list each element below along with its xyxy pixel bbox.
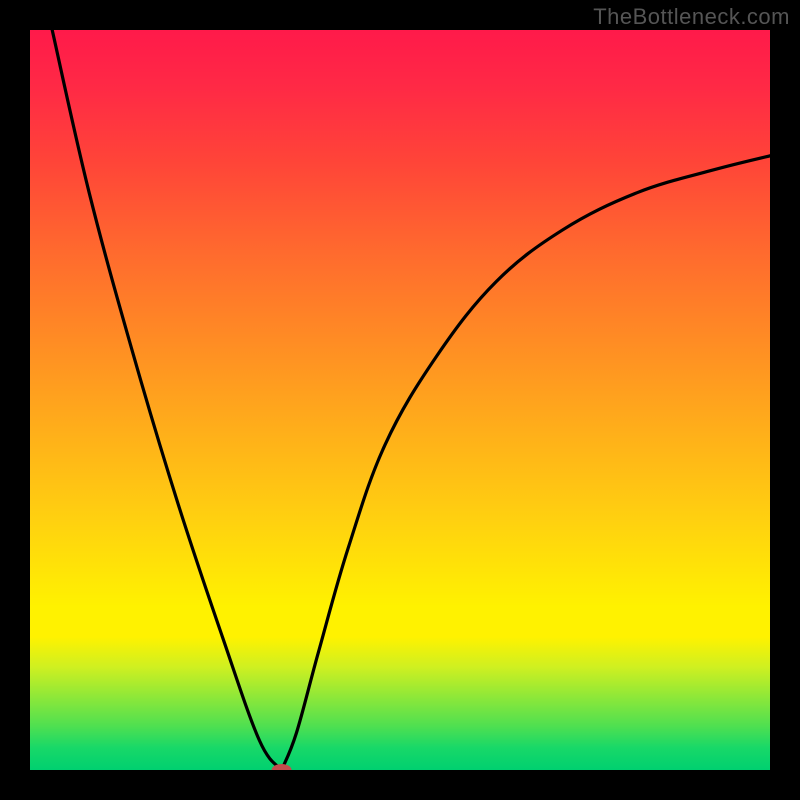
- watermark-text: TheBottleneck.com: [593, 4, 790, 30]
- chart-frame: TheBottleneck.com: [0, 0, 800, 800]
- curve-layer: [30, 30, 770, 770]
- curve-left-branch: [52, 30, 281, 770]
- plot-area: [30, 30, 770, 770]
- curve-right-branch: [282, 156, 770, 770]
